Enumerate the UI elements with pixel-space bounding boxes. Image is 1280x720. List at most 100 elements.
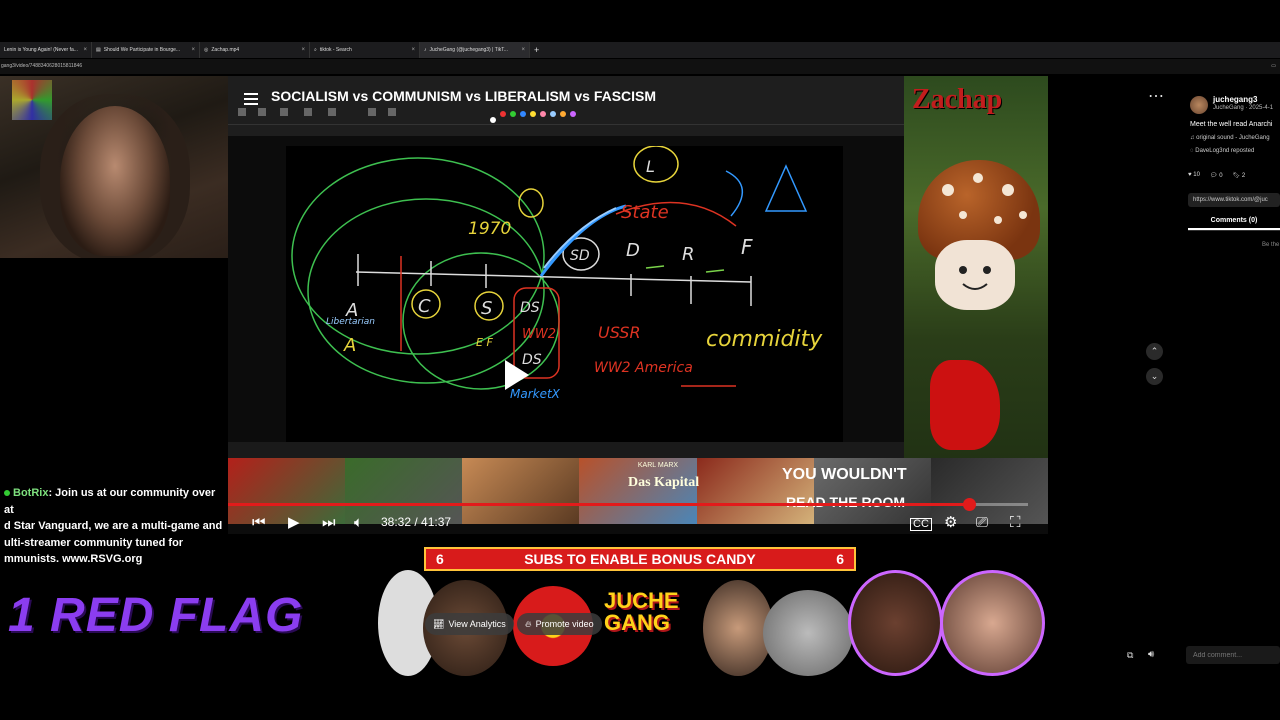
skip-previous-icon[interactable]: ⏮ xyxy=(252,514,266,532)
video-description: Meet the well read Anarchi xyxy=(1190,121,1273,128)
drawing-canvas: 1970 Libertarian A A C S SD D R F L Stat… xyxy=(286,145,843,442)
label-r: R xyxy=(682,244,695,265)
circle-l xyxy=(633,145,679,183)
like-count: 10 xyxy=(1193,172,1200,178)
gear-icon[interactable]: ⚙ xyxy=(944,514,957,532)
creator-subline: JucheGang · 2025-4-1 xyxy=(1213,105,1274,111)
das-kapital-label: Das Kapital xyxy=(628,475,700,490)
label-commodity: commidity xyxy=(706,327,823,352)
engagement-stats: ♥ 10 💬︎ 0 🔖︎ 2 xyxy=(1188,172,1245,179)
browser-tab[interactable]: ⌕ tiktok - Search × xyxy=(310,42,420,58)
url-text: gang3/video/7488340628015811846 xyxy=(1,63,83,69)
chat-text: mmunists. www.RSVG.org xyxy=(4,553,143,565)
label-ef: E F xyxy=(476,336,493,349)
close-icon[interactable]: × xyxy=(521,47,525,53)
like-button[interactable]: ♥ 10 xyxy=(1188,172,1200,179)
close-icon[interactable]: × xyxy=(301,47,305,53)
webcam-feed xyxy=(0,76,228,258)
previous-video-button[interactable]: ⌃ xyxy=(1146,343,1163,360)
tiktok-icon: ♪ xyxy=(424,47,427,53)
political-spectrum-drawing: 1970 Libertarian A A C S SD D R F L Stat… xyxy=(291,145,823,401)
chevron-up-icon: ⌃ xyxy=(1150,346,1159,356)
label-d: D xyxy=(626,240,640,261)
captions-toggle-icon[interactable]: ⧉ xyxy=(1127,650,1133,661)
background-lights xyxy=(12,80,52,120)
chevron-down-icon: ⌄ xyxy=(1150,371,1159,381)
new-tab-button[interactable]: + xyxy=(530,42,543,58)
paint-app-toolbar xyxy=(228,76,904,136)
bookmark-icon: 🔖︎ xyxy=(1232,173,1242,179)
fullscreen-icon[interactable]: ⛶ xyxy=(1010,514,1021,532)
sound-link[interactable]: ♫ original sound - JucheGang xyxy=(1190,135,1270,141)
you-wouldnt-text: YOU WOULDN'T xyxy=(782,466,907,483)
progress-fill xyxy=(228,503,969,506)
timecode: 38:32 / 41:37 xyxy=(381,515,452,529)
banner-text: SUBS TO ENABLE BONUS CANDY xyxy=(524,551,756,567)
label-ww2-america: WW2 America xyxy=(594,360,693,376)
stream-chat-message: BotRix: Join us at our community over at… xyxy=(0,485,228,565)
sidebar-toggle-icon[interactable]: ▭ xyxy=(1271,59,1276,74)
label-l: L xyxy=(646,157,655,176)
hamburger-icon[interactable] xyxy=(244,92,258,105)
close-icon[interactable]: × xyxy=(411,47,415,53)
video-title[interactable]: SOCIALISM vs COMMUNISM vs LIBERALISM vs … xyxy=(271,88,656,104)
portrait-art xyxy=(940,570,1045,676)
zachap-logo: Zachap xyxy=(912,84,1003,115)
bottom-black-bar xyxy=(0,676,1280,720)
label-1970: 1970 xyxy=(468,219,511,239)
paint-app-statusbar xyxy=(228,442,904,458)
cast-icon[interactable]: ⎚ xyxy=(976,514,988,532)
next-video-button[interactable]: ⌄ xyxy=(1146,368,1163,385)
label-state: State xyxy=(621,202,669,223)
promote-video-button[interactable]: 🔥︎ Promote video xyxy=(517,613,602,635)
mushroom-face-art xyxy=(935,240,1015,310)
more-options-icon[interactable]: ⋯ xyxy=(1148,86,1164,106)
karl-marx-label: KARL MARX xyxy=(637,462,679,469)
view-analytics-button[interactable]: 📈︎ View Analytics xyxy=(425,613,514,635)
toolbar-graphic xyxy=(228,108,904,125)
streamer-face xyxy=(60,106,170,256)
creator-username[interactable]: juchegang3 xyxy=(1213,95,1257,104)
juche-gang-logo: JUCHE GANG xyxy=(604,590,679,634)
tab-label: JucheGang (@juchegang3) | TikT... xyxy=(429,47,508,53)
plus-icon: + xyxy=(534,45,540,55)
save-button[interactable]: 🔖︎ 2 xyxy=(1233,172,1246,179)
volume-icon[interactable]: 🔈︎ xyxy=(354,514,363,532)
banner-count-right: 6 xyxy=(836,551,844,567)
comment-input[interactable] xyxy=(1186,646,1280,664)
tab-label: tiktok - Search xyxy=(319,47,352,53)
browser-tab[interactable]: Lenin is Young Again! (Never fa... × xyxy=(0,42,92,58)
tab-label: Should We Participate in Bourge... xyxy=(103,47,181,53)
page-icon: ▤ xyxy=(96,47,101,53)
portrait-art xyxy=(848,570,943,676)
empty-comments-hint: Be the xyxy=(1262,242,1280,248)
captions-icon[interactable]: CC xyxy=(910,518,932,531)
browser-tab-active[interactable]: ♪ JucheGang (@juchegang3) | TikT... × xyxy=(420,42,530,58)
chat-text: d Star Vanguard, we are a multi-game and xyxy=(4,520,223,532)
comment-button[interactable]: 💬︎ 0 xyxy=(1210,172,1223,179)
logo-line: GANG xyxy=(604,610,670,635)
address-bar[interactable]: gang3/video/7488340628015811846 ▭ xyxy=(0,59,1280,74)
label-a-top: A xyxy=(345,300,358,321)
red-creature-art xyxy=(930,360,1000,450)
read-the-room-text: READ THE ROOM xyxy=(786,494,905,510)
label-ussr: USSR xyxy=(598,323,641,342)
play-icon[interactable]: ▶ xyxy=(288,514,300,532)
close-icon[interactable]: × xyxy=(191,47,195,53)
label-c: C xyxy=(418,296,431,317)
play-overlay-icon[interactable] xyxy=(505,360,529,390)
label-ww2: WW2 xyxy=(522,327,556,342)
cat-art xyxy=(763,590,853,676)
divider xyxy=(1188,230,1280,231)
player-controls: ⏮ ▶ ⏭ 🔈︎ 38:32 / 41:37 CC ⚙ ⎚ ⛶ xyxy=(228,510,1048,536)
globe-icon: ◎ xyxy=(204,47,209,53)
browser-tab[interactable]: ◎ Zachap.mp4 × xyxy=(200,42,310,58)
skip-next-icon[interactable]: ⏭ xyxy=(322,514,336,532)
close-icon[interactable]: × xyxy=(83,47,87,53)
browser-tab[interactable]: ▤ Should We Participate in Bourge... × xyxy=(92,42,200,58)
comment-icon: 💬︎ xyxy=(1209,173,1220,179)
share-link-field[interactable]: https://www.tiktok.com/@juc xyxy=(1188,193,1280,207)
tab-comments[interactable]: Comments (0) xyxy=(1188,212,1280,230)
volume-icon[interactable]: 🔊︎ xyxy=(1148,649,1154,660)
avatar[interactable] xyxy=(1190,96,1208,114)
